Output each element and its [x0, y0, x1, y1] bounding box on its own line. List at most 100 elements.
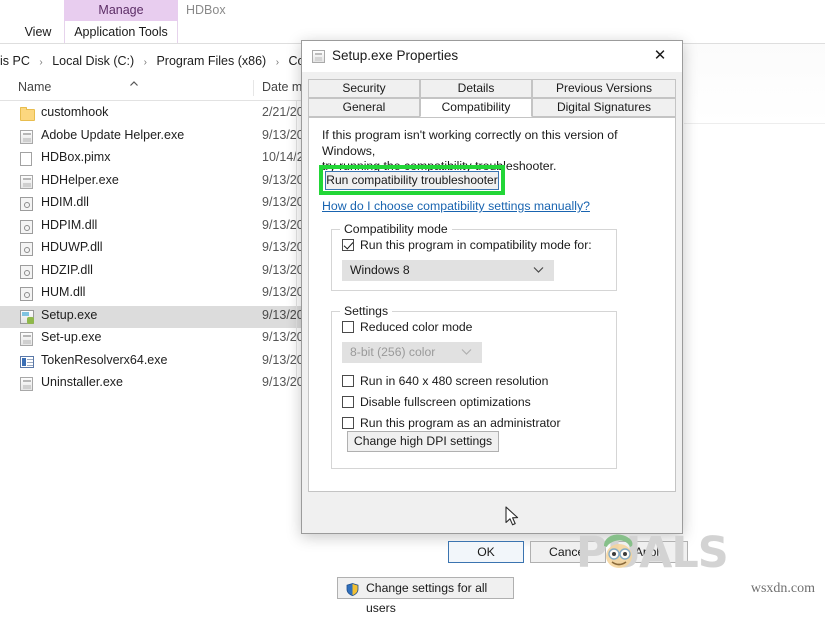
- chevron-down-icon: [461, 342, 472, 363]
- file-list-item[interactable]: customhook 2/21/20: [0, 103, 310, 126]
- file-list-item[interactable]: HDBox.pimx 10/14/2: [0, 148, 310, 171]
- breadcrumb-item-2[interactable]: Program Files (x86): [156, 54, 266, 68]
- ribbon-tab-application-tools[interactable]: Application Tools: [64, 21, 178, 44]
- file-date-modified: 9/13/20: [262, 217, 304, 232]
- reduced-color-mode-row[interactable]: Reduced color mode: [342, 320, 472, 334]
- file-name: TokenResolverx64.exe: [41, 352, 168, 367]
- exe-icon: [20, 174, 35, 190]
- dialog-tab-strip[interactable]: Security Details Previous Versions General C…: [308, 79, 676, 117]
- compatibility-settings-help-link[interactable]: How do I choose compatibility settings m…: [322, 199, 590, 213]
- compatibility-os-select[interactable]: Windows 8: [342, 260, 554, 281]
- file-list-item[interactable]: TokenResolverx64.exe 9/13/20: [0, 351, 310, 374]
- file-name: Adobe Update Helper.exe: [41, 127, 185, 142]
- file-date-modified: 9/13/20: [262, 127, 304, 142]
- breadcrumb[interactable]: is PC › Local Disk (C:) › Program Files …: [0, 50, 332, 73]
- file-name: HDIM.dll: [41, 195, 89, 209]
- disable-fullscreen-row[interactable]: Disable fullscreen optimizations: [342, 395, 531, 409]
- color-depth-value: 8-bit (256) color: [350, 345, 436, 359]
- compatibility-mode-checkbox-label: Run this program in compatibility mode f…: [360, 238, 592, 252]
- file-name: HDHelper.exe: [41, 172, 119, 187]
- column-header-row: Name Date m: [0, 78, 310, 101]
- file-list-item[interactable]: HDUWP.dll 9/13/20: [0, 238, 310, 261]
- ribbon-tab-view[interactable]: View: [12, 21, 64, 44]
- compatibility-os-value: Windows 8: [350, 263, 410, 277]
- column-header-date-modified[interactable]: Date m: [262, 80, 302, 94]
- run-640x480-checkbox[interactable]: [342, 375, 354, 387]
- file-date-modified: 9/13/20: [262, 352, 304, 367]
- breadcrumb-item-1[interactable]: Local Disk (C:): [52, 54, 134, 68]
- file-name: Setup.exe: [41, 307, 98, 322]
- run-compatibility-troubleshooter-button[interactable]: Run compatibility troubleshooter: [325, 171, 499, 190]
- ribbon-contextual-label-manage: Manage: [64, 0, 178, 21]
- exe-icon: [20, 129, 35, 145]
- tab-digital-signatures[interactable]: Digital Signatures: [532, 98, 676, 117]
- file-name: HDUWP.dll: [41, 240, 103, 254]
- run-as-administrator-checkbox[interactable]: [342, 417, 354, 429]
- compatibility-mode-group: Compatibility mode Run this program in c…: [331, 222, 617, 291]
- breadcrumb-separator: ›: [143, 57, 147, 68]
- ribbon-tab-strip: View Manage Application Tools HDBox: [0, 0, 825, 44]
- setup-icon: [20, 309, 35, 325]
- apply-button[interactable]: Apply: [612, 541, 688, 563]
- run-as-administrator-row[interactable]: Run this program as an administrator: [342, 416, 561, 430]
- file-name: Set-up.exe: [41, 330, 102, 344]
- file-list-item[interactable]: HDPIM.dll 9/13/20: [0, 216, 310, 239]
- token-icon: [20, 355, 35, 370]
- color-depth-select: 8-bit (256) color: [342, 342, 482, 363]
- file-list-item[interactable]: Adobe Update Helper.exe 9/13/20: [0, 126, 310, 149]
- file-date-modified: 10/14/2: [262, 150, 304, 164]
- compatibility-mode-checkbox[interactable]: [342, 239, 354, 251]
- reduced-color-mode-checkbox[interactable]: [342, 321, 354, 333]
- ribbon-contextual-tab-group: Manage Application Tools: [64, 0, 178, 44]
- run-640x480-row[interactable]: Run in 640 x 480 screen resolution: [342, 374, 548, 388]
- file-date-modified: 9/13/20: [262, 240, 304, 254]
- file-list-item[interactable]: HDIM.dll 9/13/20: [0, 193, 310, 216]
- breadcrumb-item-0[interactable]: is PC: [0, 54, 30, 68]
- file-list-item[interactable]: HDZIP.dll 9/13/20: [0, 261, 310, 284]
- breadcrumb-separator: ›: [39, 57, 43, 68]
- dll-icon: [20, 219, 35, 235]
- sort-ascending-icon: [128, 78, 140, 93]
- file-date-modified: 2/21/20: [262, 105, 304, 119]
- intro-line-1: If this program isn't working correctly …: [322, 128, 618, 158]
- file-name: HDPIM.dll: [41, 217, 98, 232]
- breadcrumb-separator: ›: [275, 57, 280, 68]
- dialog-title-bar[interactable]: Setup.exe Properties ✕: [302, 41, 682, 72]
- reduced-color-mode-label: Reduced color mode: [360, 320, 473, 334]
- close-icon[interactable]: ✕: [638, 41, 682, 71]
- file-list-item[interactable]: Setup.exe 9/13/20: [0, 305, 310, 328]
- file-name: HUM.dll: [41, 285, 86, 299]
- tab-security[interactable]: Security: [308, 79, 420, 98]
- change-high-dpi-settings-button[interactable]: Change high DPI settings: [347, 431, 499, 452]
- dll-icon: [20, 264, 35, 280]
- compatibility-mode-checkbox-row[interactable]: Run this program in compatibility mode f…: [342, 238, 592, 252]
- column-header-name[interactable]: Name: [18, 80, 51, 94]
- tab-general[interactable]: General: [308, 98, 420, 117]
- change-settings-for-all-users-button[interactable]: Change settings for all users: [337, 577, 514, 615]
- document-icon: [20, 152, 35, 167]
- chevron-down-icon: [533, 260, 544, 281]
- file-list-item[interactable]: HUM.dll 9/13/20: [0, 283, 310, 306]
- tab-details[interactable]: Details: [420, 79, 532, 98]
- file-list-item[interactable]: Set-up.exe 9/13/20: [0, 328, 310, 351]
- compatibility-mode-legend: Compatibility mode: [340, 222, 452, 236]
- cancel-button[interactable]: Cancel: [530, 541, 606, 563]
- setup-properties-dialog: Setup.exe Properties ✕ Security Details Pr…: [301, 40, 688, 615]
- file-date-modified: 9/13/20: [262, 262, 304, 277]
- tab-previous-versions[interactable]: Previous Versions: [532, 79, 676, 98]
- change-settings-for-all-users-label: Change settings for all users: [366, 581, 488, 615]
- explorer-pane-edge: [296, 100, 297, 380]
- file-list[interactable]: customhook 2/21/20 Adobe Update Helper.exe…: [0, 103, 310, 396]
- ok-button[interactable]: OK: [448, 541, 524, 563]
- file-list-item[interactable]: HDHelper.exe 9/13/20: [0, 171, 310, 194]
- tab-compatibility[interactable]: Compatibility: [420, 98, 532, 117]
- file-list-item[interactable]: Uninstaller.exe 9/13/20: [0, 373, 310, 396]
- disable-fullscreen-checkbox[interactable]: [342, 396, 354, 408]
- file-date-modified: 9/13/20: [262, 330, 304, 344]
- column-divider[interactable]: [253, 80, 254, 96]
- dll-icon: [20, 287, 35, 302]
- file-name: HDBox.pimx: [41, 150, 111, 164]
- run-as-administrator-label: Run this program as an administrator: [360, 416, 561, 430]
- application-icon: [312, 50, 325, 63]
- dll-icon: [20, 197, 35, 212]
